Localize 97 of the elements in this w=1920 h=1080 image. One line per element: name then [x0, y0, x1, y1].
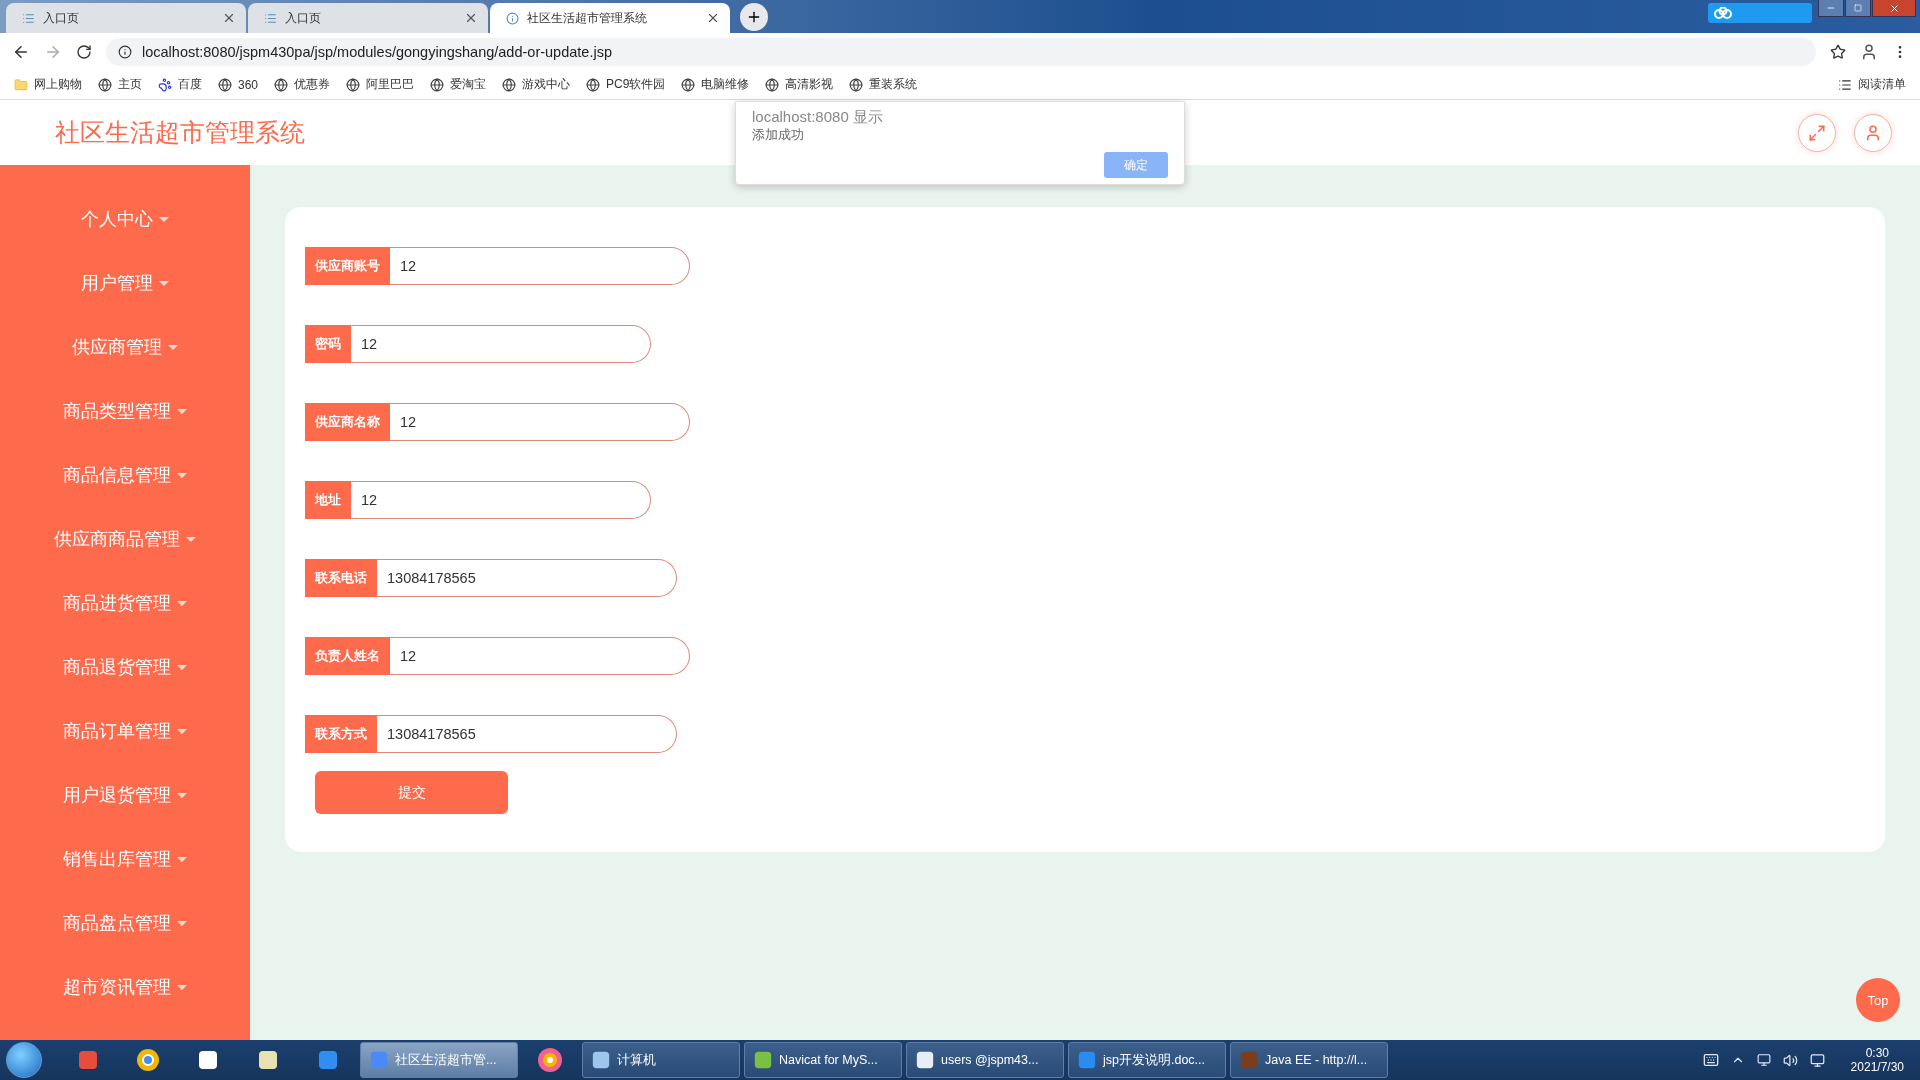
- app-icon: [1239, 1050, 1259, 1070]
- close-icon[interactable]: [222, 11, 236, 25]
- caret-icon: [177, 408, 187, 414]
- user-icon: [1864, 123, 1882, 142]
- browser-tab[interactable]: 入口页: [248, 3, 488, 33]
- maximize-button[interactable]: [1845, 0, 1871, 17]
- globe-icon: [849, 77, 864, 92]
- browser-tab[interactable]: 入口页: [6, 3, 246, 33]
- input-field[interactable]: 12: [390, 637, 690, 675]
- bookmark[interactable]: 阿里巴巴: [346, 76, 415, 93]
- caret-icon: [177, 984, 187, 990]
- caret-icon: [177, 472, 187, 478]
- bookmark[interactable]: 游戏中心: [502, 76, 571, 93]
- taskbar-item[interactable]: jsp开发说明.doc...: [1068, 1042, 1226, 1078]
- dialog-title: localhost:8080 显示: [752, 108, 884, 127]
- keyboard-icon[interactable]: [1702, 1052, 1719, 1068]
- caret-icon: [159, 280, 169, 286]
- user-button[interactable]: [1854, 113, 1892, 152]
- taskbar-item[interactable]: Java EE - http://l...: [1230, 1042, 1388, 1078]
- globe-icon: [98, 77, 112, 92]
- bookmark[interactable]: 重装系统: [849, 76, 918, 93]
- caret-icon: [177, 600, 187, 606]
- close-icon[interactable]: [706, 11, 720, 25]
- maximize-icon: [1854, 4, 1862, 12]
- close-icon: [1888, 2, 1900, 14]
- field-label: 联系方式: [305, 715, 377, 753]
- bookmark[interactable]: 优惠券: [274, 76, 331, 93]
- caret-icon: [159, 216, 169, 222]
- field-label: 负责人姓名: [305, 637, 390, 675]
- globe-icon: [586, 77, 601, 92]
- profile-icon[interactable]: [1860, 42, 1878, 61]
- close-icon[interactable]: [464, 11, 478, 25]
- minimize-button[interactable]: [1818, 0, 1844, 17]
- globe-icon: [218, 77, 232, 92]
- caret-icon: [177, 664, 187, 670]
- field-label: 地址: [305, 481, 351, 519]
- reading-list[interactable]: 阅读清单: [1838, 76, 1906, 93]
- page-icon: [22, 11, 35, 25]
- field-label: 供应商账号: [305, 247, 390, 285]
- address-bar[interactable]: localhost:8080/jspm430pa/jsp/modules/gongyingshang/add-or-update.jsp: [106, 37, 1816, 66]
- app-title: 社区生活超市管理系统: [55, 117, 305, 148]
- globe-icon: [346, 77, 361, 92]
- browser-tab[interactable]: 社区生活超市管理系统: [490, 3, 730, 33]
- bookmark[interactable]: PC9软件园: [586, 76, 666, 93]
- caret-icon: [177, 856, 187, 862]
- plus-icon: [746, 9, 762, 25]
- field-label: 供应商名称: [305, 403, 390, 441]
- caret-icon: [177, 920, 187, 926]
- caret-icon: [168, 344, 178, 350]
- app-icon: [1077, 1050, 1097, 1070]
- dialog-message: 添加成功: [752, 127, 805, 144]
- globe-icon: [681, 77, 696, 92]
- reload-icon[interactable]: [76, 43, 92, 60]
- app-icon: [369, 1050, 389, 1070]
- bookmark[interactable]: 电脑维修: [681, 76, 750, 93]
- url-text: localhost:8080/jspm430pa/jsp/modules/gongyingshang/add-or-update.jsp: [142, 43, 612, 60]
- globe-icon: [274, 77, 289, 92]
- caret-icon: [186, 536, 196, 542]
- globe-icon: [765, 77, 780, 92]
- caret-icon: [177, 728, 187, 734]
- monitor-icon[interactable]: [1756, 1053, 1771, 1067]
- new-tab-button[interactable]: [740, 3, 768, 31]
- bookmark[interactable]: 爱淘宝: [430, 76, 487, 93]
- input-field[interactable]: 13084178565: [377, 715, 677, 753]
- field-label: 密码: [305, 325, 351, 363]
- volume-icon[interactable]: [1782, 1052, 1798, 1068]
- bookmark[interactable]: 高清影视: [765, 76, 834, 93]
- input-field[interactable]: 12: [390, 247, 690, 285]
- app-icon: [915, 1050, 935, 1070]
- caret-icon: [177, 792, 187, 798]
- app-icon: [591, 1050, 611, 1070]
- input-field[interactable]: 12: [351, 481, 651, 519]
- input-field[interactable]: 12: [390, 403, 690, 441]
- bookmark[interactable]: 网上购物: [14, 76, 82, 93]
- start-button[interactable]: [6, 1042, 42, 1078]
- cloud-badge[interactable]: [1708, 3, 1812, 23]
- taskbar-item[interactable]: users @jspm43...: [906, 1042, 1064, 1078]
- bookmark[interactable]: 360: [218, 77, 259, 92]
- globe-icon: [502, 77, 517, 92]
- close-button[interactable]: [1872, 0, 1916, 17]
- input-field[interactable]: 12: [351, 325, 651, 363]
- globe-icon: [430, 77, 445, 92]
- input-field[interactable]: 13084178565: [377, 559, 677, 597]
- clock[interactable]: 0:30 2021/7/30: [1850, 1046, 1904, 1074]
- bookmark[interactable]: 主页: [98, 76, 142, 93]
- taskbar-item[interactable]: Navicat for MyS...: [744, 1042, 902, 1078]
- info-icon: [118, 44, 132, 59]
- app-icon: [753, 1050, 773, 1070]
- list-icon: [1838, 77, 1852, 92]
- taskbar-item[interactable]: 计算机: [582, 1042, 740, 1078]
- field-label: 联系电话: [305, 559, 377, 597]
- page-icon: [264, 11, 277, 25]
- fullscreen-icon: [1808, 123, 1826, 142]
- bookmark[interactable]: 百度: [158, 76, 202, 93]
- star-icon[interactable]: [1830, 43, 1846, 60]
- folder-icon: [14, 77, 28, 92]
- paw-icon: [158, 77, 172, 92]
